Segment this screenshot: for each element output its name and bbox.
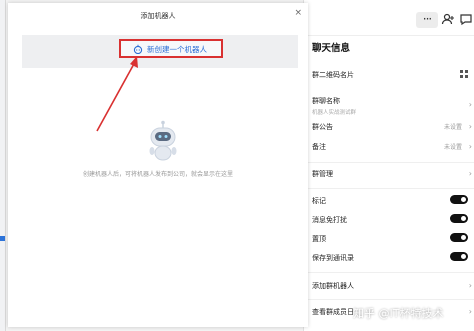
annotation-arrow-icon	[96, 56, 138, 132]
watermark: 知乎 @IT杯特技术	[353, 307, 444, 320]
